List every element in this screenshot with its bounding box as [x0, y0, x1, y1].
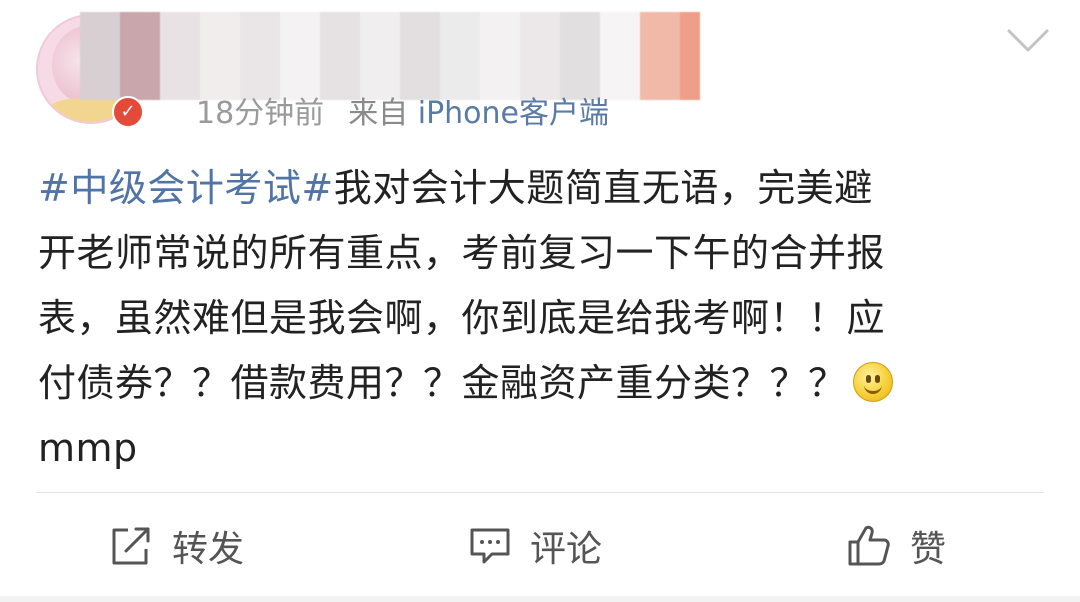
post-source: 来自 iPhone客户端: [348, 88, 609, 132]
repost-label: 转发: [172, 529, 245, 570]
comment-button[interactable]: 评论: [468, 520, 602, 572]
source-prefix: 来自: [348, 96, 409, 131]
smile-emoji: [852, 362, 893, 402]
repost-button[interactable]: 转发: [108, 520, 244, 572]
content-line-2: 开老师常说的所有重点，考前复习一下午的合并报: [38, 231, 886, 275]
post-meta: 18分钟前 来自 iPhone客户端: [196, 88, 609, 132]
username-redacted[interactable]: [80, 12, 700, 100]
like-label: 赞: [910, 529, 947, 570]
post-content: #中级会计考试#我对会计大题简直无语，完美避 开老师常说的所有重点，考前复习一下…: [38, 156, 1038, 481]
chevron-down-icon[interactable]: [1006, 28, 1050, 54]
content-text: 我对会计大题简直无语，完美避: [333, 166, 873, 210]
bottom-separator: [0, 596, 1080, 602]
content-line-1: #中级会计考试#我对会计大题简直无语，完美避: [38, 156, 1038, 221]
content-line-4: 付债券？？借款费用？？金融资产重分类？？？: [38, 351, 1038, 416]
like-button[interactable]: 赞: [846, 520, 946, 572]
source-client-link[interactable]: iPhone客户端: [418, 96, 609, 131]
content-line-3: 表，虽然难但是我会啊，你到底是给我考啊！！应: [38, 296, 886, 340]
like-icon: [848, 525, 890, 566]
comment-icon: [470, 528, 510, 564]
content-text: 付债券？？借款费用？？金融资产重分类？？？: [38, 361, 847, 405]
verified-badge: ✓: [112, 96, 144, 128]
topic-hashtag[interactable]: #中级会计考试#: [38, 166, 334, 210]
divider: [36, 492, 1044, 493]
repost-icon: [112, 527, 150, 565]
post-timestamp: 18分钟前: [196, 96, 325, 131]
weibo-post: ✓ 18分钟前 来自 iPhone客户端 #中级会计考试#我对会计大题简直无语，…: [0, 0, 1080, 602]
comment-label: 评论: [530, 529, 603, 570]
action-bar: 转发 评论 赞: [0, 494, 1080, 602]
content-line-5: mmp: [38, 426, 138, 470]
